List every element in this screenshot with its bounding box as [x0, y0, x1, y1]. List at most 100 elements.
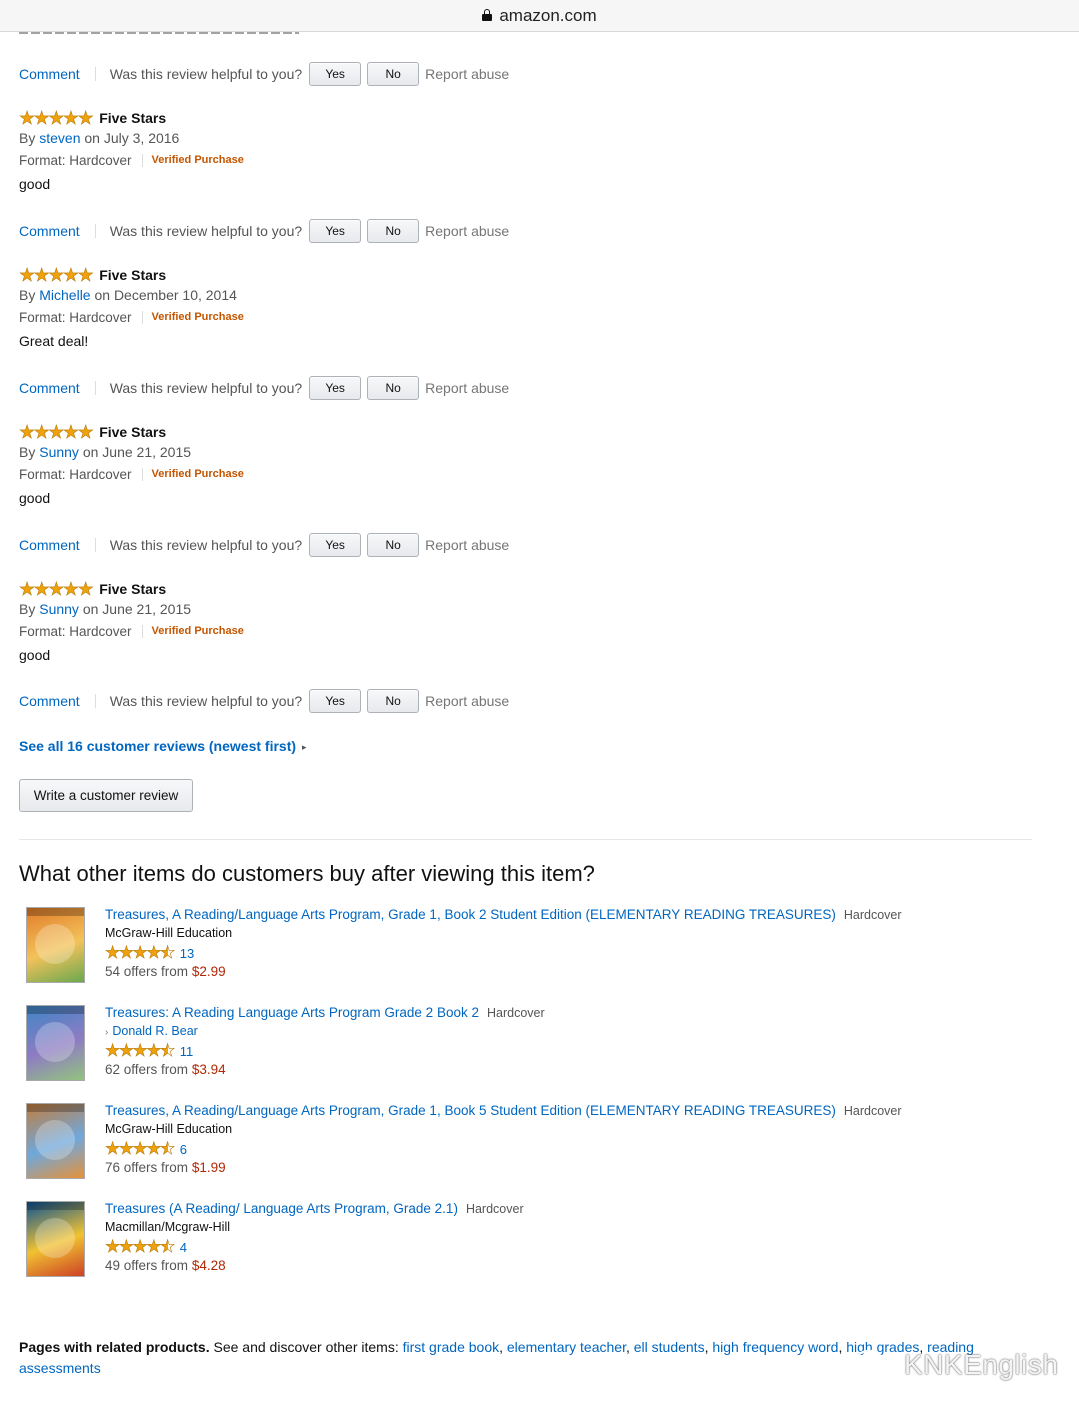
helpful-no-button[interactable]: No — [367, 533, 420, 557]
wechat-icon — [853, 1349, 895, 1380]
item-title-link[interactable]: Treasures, A Reading/Language Arts Progr… — [105, 907, 836, 922]
verified-purchase-badge: Verified Purchase — [151, 625, 244, 637]
review-title[interactable]: Five Stars — [99, 424, 166, 440]
comment-link[interactable]: Comment — [19, 537, 80, 553]
item-offers[interactable]: 49 offers from $4.28 — [105, 1258, 1005, 1273]
star-rating: ★ ★ ★ ★ ★ — [19, 423, 94, 442]
helpful-yes-button[interactable]: Yes — [309, 376, 362, 400]
review-title[interactable]: Five Stars — [99, 110, 166, 126]
star-rating: ★ ★ ★ ★ ★ — [19, 109, 94, 128]
recommended-item: Treasures: A Reading Language Arts Progr… — [24, 1005, 1024, 1087]
browser-url-bar[interactable]: amazon.com — [0, 0, 1079, 32]
review-vote-row: Comment Was this review helpful to you? Ye… — [19, 219, 509, 243]
format-label: Format: Hardcover — [19, 309, 132, 325]
review-date: on December 10, 2014 — [94, 287, 237, 303]
helpful-yes-button[interactable]: Yes — [309, 689, 362, 713]
related-link[interactable]: high frequency word — [712, 1339, 838, 1355]
review-count-link[interactable]: 11 — [180, 1044, 194, 1059]
offer-price: $4.28 — [191, 1258, 226, 1273]
review-date: on June 21, 2015 — [82, 444, 192, 460]
see-all-reviews-link[interactable]: See all 16 customer reviews (newest firs… — [19, 738, 307, 754]
item-rating[interactable]: ★ ★ ★ ★ ★ 13 — [105, 943, 1005, 963]
related-link[interactable]: ell students — [634, 1339, 705, 1355]
comment-link[interactable]: Comment — [19, 223, 80, 239]
related-pages: Pages with related products. See and dis… — [19, 1339, 974, 1376]
review-format: Format: Hardcover Verified Purchase — [19, 307, 619, 327]
related-text: See and discover other items: — [209, 1339, 403, 1355]
related-lead: Pages with related products. — [19, 1339, 210, 1355]
item-rating[interactable]: ★ ★ ★ ★ ★ 6 — [105, 1139, 1005, 1159]
report-abuse-link[interactable]: Report abuse — [425, 223, 509, 239]
item-title-line: Treasures, A Reading/Language Arts Progr… — [105, 1103, 1005, 1118]
review: ★ ★ ★ ★ ★ Five Stars By Sunny on June 21, 2015… — [19, 422, 619, 506]
item-offers[interactable]: 62 offers from $3.94 — [105, 1062, 1005, 1077]
helpful-yes-button[interactable]: Yes — [309, 219, 362, 243]
review-count-link[interactable]: 4 — [180, 1240, 187, 1255]
related-link[interactable]: elementary teacher — [507, 1339, 626, 1355]
half-star-icon: ★ — [160, 1237, 176, 1256]
review-format: Format: Hardcover Verified Purchase — [19, 150, 619, 170]
item-title-link[interactable]: Treasures (A Reading/ Language Arts Prog… — [105, 1201, 458, 1216]
related-link[interactable]: first grade book — [403, 1339, 500, 1355]
separator — [94, 381, 96, 395]
item-title-line: Treasures (A Reading/ Language Arts Prog… — [105, 1201, 1005, 1216]
review-byline: By steven on July 3, 2016 — [19, 130, 619, 150]
review-author-link[interactable]: Michelle — [39, 287, 90, 303]
helpful-question: Was this review helpful to you? — [109, 223, 303, 239]
item-offers[interactable]: 54 offers from $2.99 — [105, 964, 1005, 979]
verified-purchase-badge: Verified Purchase — [151, 311, 244, 323]
comment-link[interactable]: Comment — [19, 693, 80, 709]
item-author-link[interactable]: › Donald R. Bear — [105, 1024, 1005, 1040]
comment-link[interactable]: Comment — [19, 66, 80, 82]
report-abuse-link[interactable]: Report abuse — [425, 693, 509, 709]
item-offers[interactable]: 76 offers from $1.99 — [105, 1160, 1005, 1175]
star-rating: ★ ★ ★ ★ ★ — [105, 1139, 176, 1158]
book-cover-image[interactable] — [26, 1103, 85, 1179]
chevron-right-icon: › — [105, 1027, 109, 1038]
star-rating: ★ ★ ★ ★ ★ — [105, 1237, 176, 1256]
item-rating[interactable]: ★ ★ ★ ★ ★ 4 — [105, 1237, 1005, 1257]
item-rating[interactable]: ★ ★ ★ ★ ★ 11 — [105, 1041, 1005, 1061]
star-rating: ★ ★ ★ ★ ★ — [19, 580, 94, 599]
half-star-icon: ★ — [160, 1139, 176, 1158]
report-abuse-link[interactable]: Report abuse — [425, 380, 509, 396]
review-count-link[interactable]: 6 — [180, 1142, 187, 1157]
lock-icon — [482, 8, 493, 21]
offers-text: 76 offers from — [105, 1160, 189, 1175]
helpful-yes-button[interactable]: Yes — [309, 533, 362, 557]
review-title[interactable]: Five Stars — [99, 581, 166, 597]
report-abuse-link[interactable]: Report abuse — [425, 537, 509, 553]
report-abuse-link[interactable]: Report abuse — [425, 66, 509, 82]
write-review-button[interactable]: Write a customer review — [19, 779, 193, 812]
review-count-link[interactable]: 13 — [180, 946, 194, 961]
separator — [94, 67, 96, 81]
review-author-link[interactable]: steven — [39, 130, 80, 146]
separator — [94, 224, 96, 238]
item-format: Hardcover — [843, 908, 902, 922]
item-title-link[interactable]: Treasures, A Reading/Language Arts Progr… — [105, 1103, 836, 1118]
review-format: Format: Hardcover Verified Purchase — [19, 464, 619, 484]
publisher-name: Macmillan/Mcgraw-Hill — [105, 1220, 231, 1234]
review-title[interactable]: Five Stars — [99, 267, 166, 283]
item-title-link[interactable]: Treasures: A Reading Language Arts Progr… — [105, 1005, 479, 1020]
recommended-item: Treasures, A Reading/Language Arts Progr… — [24, 907, 1024, 989]
item-format: Hardcover — [843, 1104, 902, 1118]
separator — [141, 153, 143, 167]
item-publisher: Macmillan/Mcgraw-Hill — [105, 1220, 1005, 1236]
helpful-question: Was this review helpful to you? — [109, 693, 303, 709]
review-author-link[interactable]: Sunny — [39, 444, 79, 460]
by-label: By — [19, 287, 36, 303]
helpful-no-button[interactable]: No — [367, 219, 420, 243]
helpful-question: Was this review helpful to you? — [109, 66, 303, 82]
review-author-link[interactable]: Sunny — [39, 601, 79, 617]
helpful-no-button[interactable]: No — [367, 62, 420, 86]
helpful-no-button[interactable]: No — [367, 689, 420, 713]
cut-off-text — [19, 32, 299, 36]
book-cover-image[interactable] — [26, 1005, 85, 1081]
helpful-yes-button[interactable]: Yes — [309, 62, 362, 86]
book-cover-image[interactable] — [26, 907, 85, 983]
recommended-item: Treasures, A Reading/Language Arts Progr… — [24, 1103, 1024, 1185]
book-cover-image[interactable] — [26, 1201, 85, 1277]
helpful-no-button[interactable]: No — [367, 376, 420, 400]
comment-link[interactable]: Comment — [19, 380, 80, 396]
